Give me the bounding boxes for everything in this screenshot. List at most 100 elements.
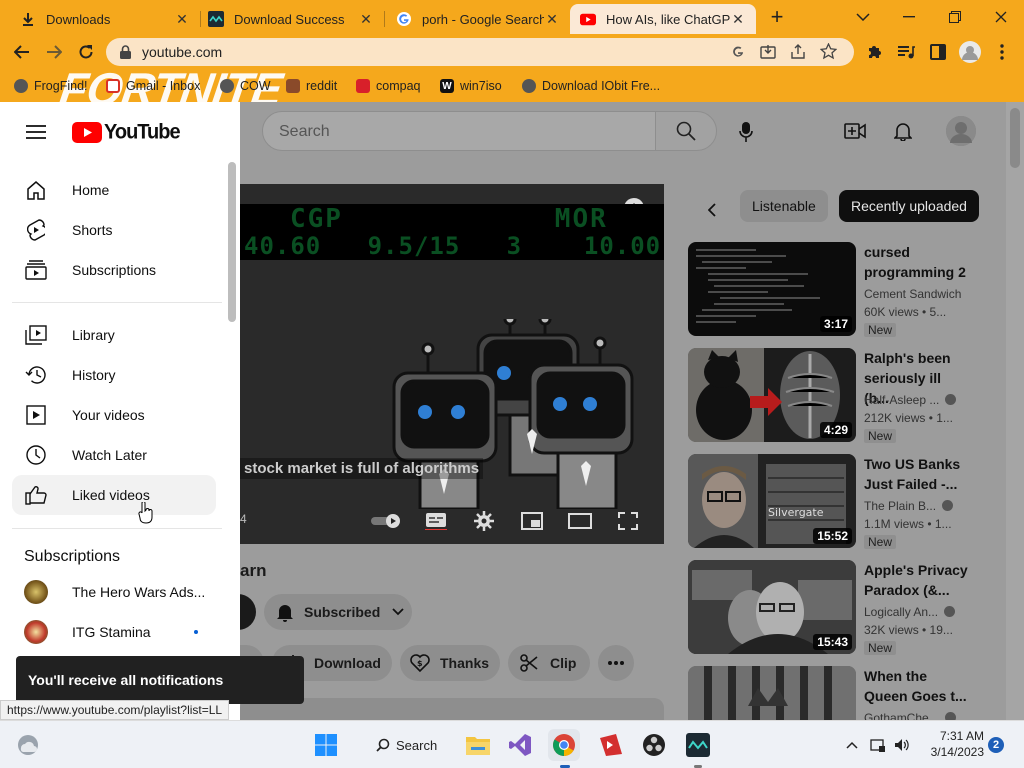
video-player[interactable]: i CGP MOR 40.60 9.5/15 3 10.00 — [240, 184, 664, 544]
video-thumbnail[interactable]: 4:29 — [688, 348, 856, 442]
sidebar-item-library[interactable]: Library — [12, 315, 216, 355]
visual-studio-icon[interactable] — [504, 729, 536, 761]
clip-button[interactable]: Clip — [508, 645, 590, 681]
related-video[interactable]: 4:29 Ralph's been seriously ill (b... Ha… — [688, 348, 988, 443]
media-player-icon[interactable] — [594, 729, 626, 761]
related-video[interactable]: Silvergate 15:52 Two US Banks Just Faile… — [688, 454, 988, 549]
subscription-item[interactable]: The Hero Wars Ads... — [12, 572, 216, 612]
chip-listenable[interactable]: Listenable — [740, 190, 828, 222]
fullscreen-icon[interactable] — [616, 510, 640, 532]
tab-close-button[interactable]: ✕ — [358, 11, 374, 28]
hamburger-menu-icon[interactable] — [24, 120, 48, 144]
subscribed-button[interactable]: Subscribed — [264, 594, 412, 630]
related-title[interactable]: When the Queen Goes t... — [864, 666, 968, 706]
tab-close-button[interactable]: ✕ — [730, 11, 746, 28]
chip-recently-uploaded[interactable]: Recently uploaded — [839, 190, 979, 222]
video-thumbnail[interactable]: 15:43 — [688, 560, 856, 654]
file-explorer-icon[interactable] — [462, 729, 494, 761]
bookmark-star-icon[interactable] — [819, 42, 838, 65]
bookmark-iobit[interactable]: Download IObit Fre... — [522, 76, 660, 96]
media-controls-icon[interactable] — [894, 40, 918, 64]
bookmark-frogfind[interactable]: FrogFind! — [14, 76, 88, 96]
side-panel-icon[interactable] — [926, 40, 950, 64]
wave-app-icon[interactable] — [682, 729, 714, 761]
network-icon[interactable] — [868, 729, 888, 761]
tab-close-button[interactable]: ✕ — [544, 11, 560, 28]
thanks-button[interactable]: $ Thanks — [400, 645, 500, 681]
video-thumbnail[interactable]: Silvergate 15:52 — [688, 454, 856, 548]
related-channel[interactable]: Logically An... — [864, 605, 956, 619]
install-app-icon[interactable] — [760, 44, 776, 65]
reload-button[interactable] — [74, 40, 98, 64]
new-tab-button[interactable]: + — [762, 4, 792, 29]
profile-avatar-icon[interactable] — [958, 40, 982, 64]
minimize-button[interactable] — [886, 0, 932, 34]
notification-count-badge[interactable]: 2 — [988, 737, 1004, 753]
google-lens-icon[interactable] — [730, 44, 746, 65]
related-channel[interactable]: The Plain B... — [864, 499, 954, 513]
sidebar-scrollbar[interactable] — [228, 162, 236, 322]
search-button[interactable] — [655, 111, 717, 151]
bookmark-gmail[interactable]: Gmail - Inbox — [106, 76, 200, 96]
close-window-button[interactable] — [978, 0, 1024, 34]
bookmark-compaq[interactable]: compaq — [356, 76, 420, 96]
back-button[interactable] — [10, 40, 34, 64]
address-bar[interactable]: youtube.com — [106, 38, 854, 66]
related-title[interactable]: Apple's Privacy Paradox (&... — [864, 560, 968, 600]
related-title[interactable]: Two US Banks Just Failed -... — [864, 454, 968, 494]
bookmark-cow[interactable]: COW — [220, 76, 271, 96]
video-thumbnail[interactable]: 3:17 — [688, 242, 856, 336]
notifications-bell-icon[interactable] — [890, 118, 916, 144]
chrome-icon[interactable] — [548, 729, 580, 761]
tab-youtube-active[interactable]: How AIs, like ChatGPT, ✕ — [570, 4, 756, 34]
taskbar-search-button[interactable]: Search — [364, 729, 442, 761]
youtube-logo[interactable]: YouTube — [72, 120, 181, 144]
sidebar-item-watch-later[interactable]: Watch Later — [12, 435, 216, 475]
extensions-puzzle-icon[interactable] — [862, 40, 886, 64]
sidebar-item-home[interactable]: Home — [12, 170, 216, 210]
related-channel[interactable]: Half-Asleep ... — [864, 393, 957, 407]
weather-widget-icon[interactable] — [12, 729, 44, 761]
chips-prev-button[interactable] — [700, 198, 724, 222]
autoplay-toggle[interactable] — [370, 510, 404, 532]
sidebar-item-shorts[interactable]: Shorts — [12, 210, 216, 250]
bookmark-reddit[interactable]: reddit — [286, 76, 337, 96]
tab-close-button[interactable]: ✕ — [174, 11, 190, 28]
page-scrollbar[interactable] — [1006, 102, 1024, 720]
more-actions-button[interactable] — [598, 645, 634, 681]
subtitles-cc-icon[interactable] — [424, 510, 448, 532]
sidebar-item-subscriptions[interactable]: Subscriptions — [12, 250, 216, 290]
obs-studio-icon[interactable] — [638, 729, 670, 761]
theater-mode-icon[interactable] — [568, 510, 592, 532]
sidebar-item-history[interactable]: History — [12, 355, 216, 395]
tab-downloads[interactable]: Downloads ✕ — [10, 4, 200, 34]
related-title[interactable]: cursed programming 2 — [864, 242, 968, 282]
related-channel[interactable]: Cement Sandwich — [864, 287, 961, 301]
browser-menu-icon[interactable] — [990, 40, 1014, 64]
show-hidden-icons-chevron[interactable] — [838, 729, 866, 761]
video-thumbnail[interactable] — [688, 666, 856, 720]
system-clock[interactable]: 7:31 AM 3/14/2023 — [924, 728, 984, 760]
restore-button[interactable] — [932, 0, 978, 34]
sidebar-item-liked-videos[interactable]: Liked videos — [12, 475, 216, 515]
related-video[interactable]: 3:17 cursed programming 2 Cement Sandwic… — [688, 242, 988, 337]
related-video[interactable]: 15:43 Apple's Privacy Paradox (&... Logi… — [688, 560, 988, 655]
tab-download-success[interactable]: Download Success ✕ — [198, 4, 384, 34]
tab-search-chevron-icon[interactable] — [840, 0, 886, 34]
search-input[interactable]: Search — [262, 111, 656, 151]
forward-button[interactable] — [42, 40, 66, 64]
mic-icon[interactable] — [734, 120, 758, 144]
scrollbar-thumb[interactable] — [1010, 108, 1020, 168]
subscription-item[interactable]: ITG Stamina — [12, 612, 216, 652]
miniplayer-icon[interactable] — [520, 510, 544, 532]
related-video[interactable]: When the Queen Goes t... GothamChe... — [688, 666, 988, 720]
account-avatar[interactable] — [946, 116, 976, 146]
share-icon[interactable] — [790, 44, 806, 65]
tab-google-search[interactable]: porh - Google Search ✕ — [386, 4, 570, 34]
sidebar-item-your-videos[interactable]: Your videos — [12, 395, 216, 435]
bookmark-win7iso[interactable]: W win7iso — [440, 76, 502, 96]
related-channel[interactable]: GothamChe... — [864, 711, 956, 720]
windows-start-icon[interactable] — [310, 729, 342, 761]
settings-gear-icon[interactable] — [472, 510, 496, 532]
volume-icon[interactable] — [892, 729, 912, 761]
